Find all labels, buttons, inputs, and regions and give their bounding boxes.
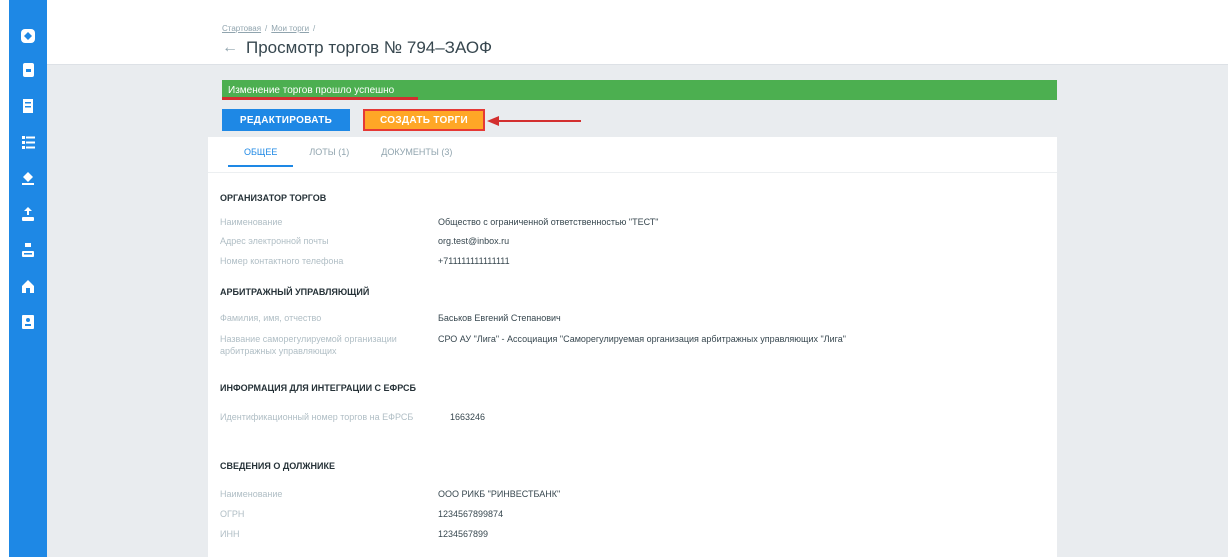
tabs: ОБЩЕЕ ЛОТЫ (1) ДОКУМЕНТЫ (3): [228, 147, 468, 167]
logo-icon[interactable]: [16, 24, 40, 48]
row-value: +711111111111111: [438, 256, 510, 266]
list-icon[interactable]: [16, 130, 40, 154]
row-label: Фамилия, имя, отчество: [220, 313, 322, 323]
row-label: Идентификационный номер торгов на ЕФРСБ: [220, 412, 414, 422]
house-icon[interactable]: [16, 274, 40, 298]
row-label: Название саморегулируемой организации ар…: [220, 334, 397, 356]
edit-button[interactable]: РЕДАКТИРОВАТЬ: [222, 109, 350, 131]
row-value: 1663246: [450, 412, 486, 422]
row-label: Наименование: [220, 217, 283, 227]
section-title-debtor: СВЕДЕНИЯ О ДОЛЖНИКЕ: [220, 461, 335, 471]
row-value: org.test@inbox.ru: [438, 236, 510, 246]
row-label: Номер контактного телефона: [220, 256, 344, 266]
upload-icon[interactable]: [16, 202, 40, 226]
page-title: Просмотр торгов № 794–ЗАОФ: [246, 38, 493, 57]
window-frame: [0, 0, 9, 557]
details-card: ОБЩЕЕ ЛОТЫ (1) ДОКУМЕНТЫ (3) ОРГАНИЗАТОР…: [208, 137, 1057, 557]
breadcrumb-my-auctions-link[interactable]: Мои торги: [271, 24, 309, 33]
section-title-organizer: ОРГАНИЗАТОР ТОРГОВ: [220, 193, 327, 203]
breadcrumb-separator: /: [265, 24, 268, 33]
annotation-arrow-icon: [487, 116, 581, 126]
row-label: ИНН: [220, 529, 240, 539]
row-value: ООО РИКБ "РИНВЕСТБАНК": [438, 489, 561, 499]
tabs-divider: [208, 172, 1057, 173]
row-value: 1234567899: [438, 529, 489, 539]
annotation-underline: [222, 97, 418, 100]
tab-general[interactable]: ОБЩЕЕ: [228, 147, 294, 167]
tab-lots[interactable]: ЛОТЫ (1): [293, 147, 365, 167]
section-title-manager: АРБИТРАЖНЫЙ УПРАВЛЯЮЩИЙ: [220, 287, 370, 297]
sidebar: [9, 0, 47, 557]
row-label: Наименование: [220, 489, 283, 499]
row-value: Общество с ограниченной ответственностью…: [438, 217, 659, 227]
gavel-icon[interactable]: [16, 166, 40, 190]
back-arrow-icon[interactable]: ←: [222, 40, 238, 56]
create-auction-button[interactable]: СОЗДАТЬ ТОРГИ: [363, 109, 485, 131]
tab-documents[interactable]: ДОКУМЕНТЫ (3): [365, 147, 468, 167]
alert-message: Изменение торгов прошло успешно: [228, 84, 395, 96]
section-title-efrsb: ИНФОРМАЦИЯ ДЛЯ ИНТЕГРАЦИИ С ЕФРСБ: [220, 383, 416, 393]
row-value: СРО АУ "Лига" - Ассоциация "Саморегулиру…: [438, 334, 846, 344]
breadcrumb-home-link[interactable]: Стартовая: [222, 24, 261, 33]
document-icon[interactable]: [16, 58, 40, 82]
contact-card-icon[interactable]: [16, 310, 40, 334]
row-value: Баськов Евгений Степанович: [438, 313, 561, 323]
row-label: Адрес электронной почты: [220, 236, 329, 246]
receipt-icon[interactable]: [16, 94, 40, 118]
row-label: ОГРН: [220, 509, 245, 519]
title-row: ← Просмотр торгов № 794–ЗАОФ: [222, 38, 492, 58]
breadcrumb: Стартовая / Мои торги /: [222, 24, 315, 33]
download-icon[interactable]: [16, 238, 40, 262]
row-value: 1234567899874: [438, 509, 504, 519]
breadcrumb-separator: /: [313, 24, 316, 33]
